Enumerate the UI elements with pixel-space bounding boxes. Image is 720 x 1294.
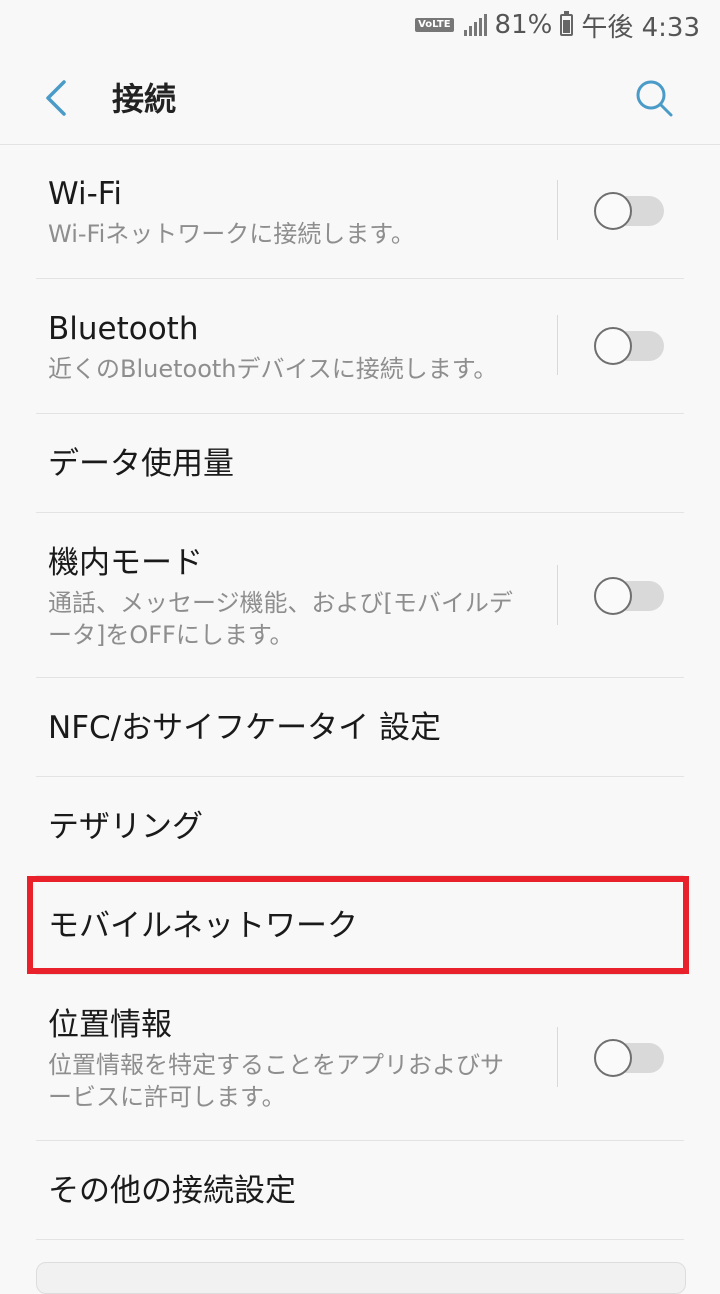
divider [557,180,558,240]
search-icon [636,80,673,117]
list-item-description: 近くのBluetoothデバイスに接続します。 [48,355,498,383]
location-toggle[interactable] [594,1039,666,1077]
list-item-description: 通話、メッセージ機能、および[モバイルデータ]をOFFにします。 [48,589,513,649]
app-bar: 接続 [0,50,720,145]
highlight-box [27,876,689,974]
list-item-label: 機内モード [48,545,203,581]
bluetooth-toggle[interactable] [594,327,666,365]
list-item-data-usage[interactable]: データ使用量 [36,414,684,513]
list-item-tethering[interactable]: テザリング [36,777,684,876]
wifi-toggle[interactable] [594,192,666,230]
list-item-nfc[interactable]: NFC/おサイフケータイ 設定 [36,678,684,777]
bottom-card [36,1262,686,1294]
divider [557,315,558,375]
battery-percent: 81% [494,10,553,40]
list-item-label: データ使用量 [48,446,234,482]
list-item-wifi[interactable]: Wi-Fi Wi-Fiネットワークに接続します。 [36,144,684,279]
divider [557,565,558,625]
connection-settings-list: Wi-Fi Wi-Fiネットワークに接続します。 Bluetooth 近くのBl… [0,144,720,1240]
list-item-airplane-mode[interactable]: 機内モード 通話、メッセージ機能、および[モバイルデータ]をOFFにします。 [36,513,684,678]
search-button[interactable] [634,78,674,118]
list-item-description: Wi-Fiネットワークに接続します。 [48,220,415,248]
list-item-description: 位置情報を特定することをアプリおよびサービスに許可します。 [48,1051,504,1111]
volte-badge: VoLTE [415,18,454,32]
list-item-label: Bluetooth [48,311,199,347]
divider [557,1027,558,1087]
list-item-label: Wi-Fi [48,176,122,212]
clock: 午後 4:33 [581,12,700,43]
list-item-bluetooth[interactable]: Bluetooth 近くのBluetoothデバイスに接続します。 [36,279,684,414]
airplane-mode-toggle[interactable] [594,577,666,615]
page-title: 接続 [112,80,177,118]
list-item-label: NFC/おサイフケータイ 設定 [48,710,441,746]
list-item-location[interactable]: 位置情報 位置情報を特定することをアプリおよびサービスに許可します。 [36,975,684,1141]
list-item-label: その他の接続設定 [48,1173,296,1209]
list-item-label: 位置情報 [48,1007,172,1043]
status-bar: VoLTE 81% 午後 4:33 [0,0,720,50]
back-button[interactable] [36,78,76,118]
signal-icon [462,14,487,36]
list-item-more-connection-settings[interactable]: その他の接続設定 [36,1141,684,1240]
battery-icon [560,11,574,36]
list-item-label: テザリング [48,809,203,845]
chevron-left-icon [46,80,66,116]
